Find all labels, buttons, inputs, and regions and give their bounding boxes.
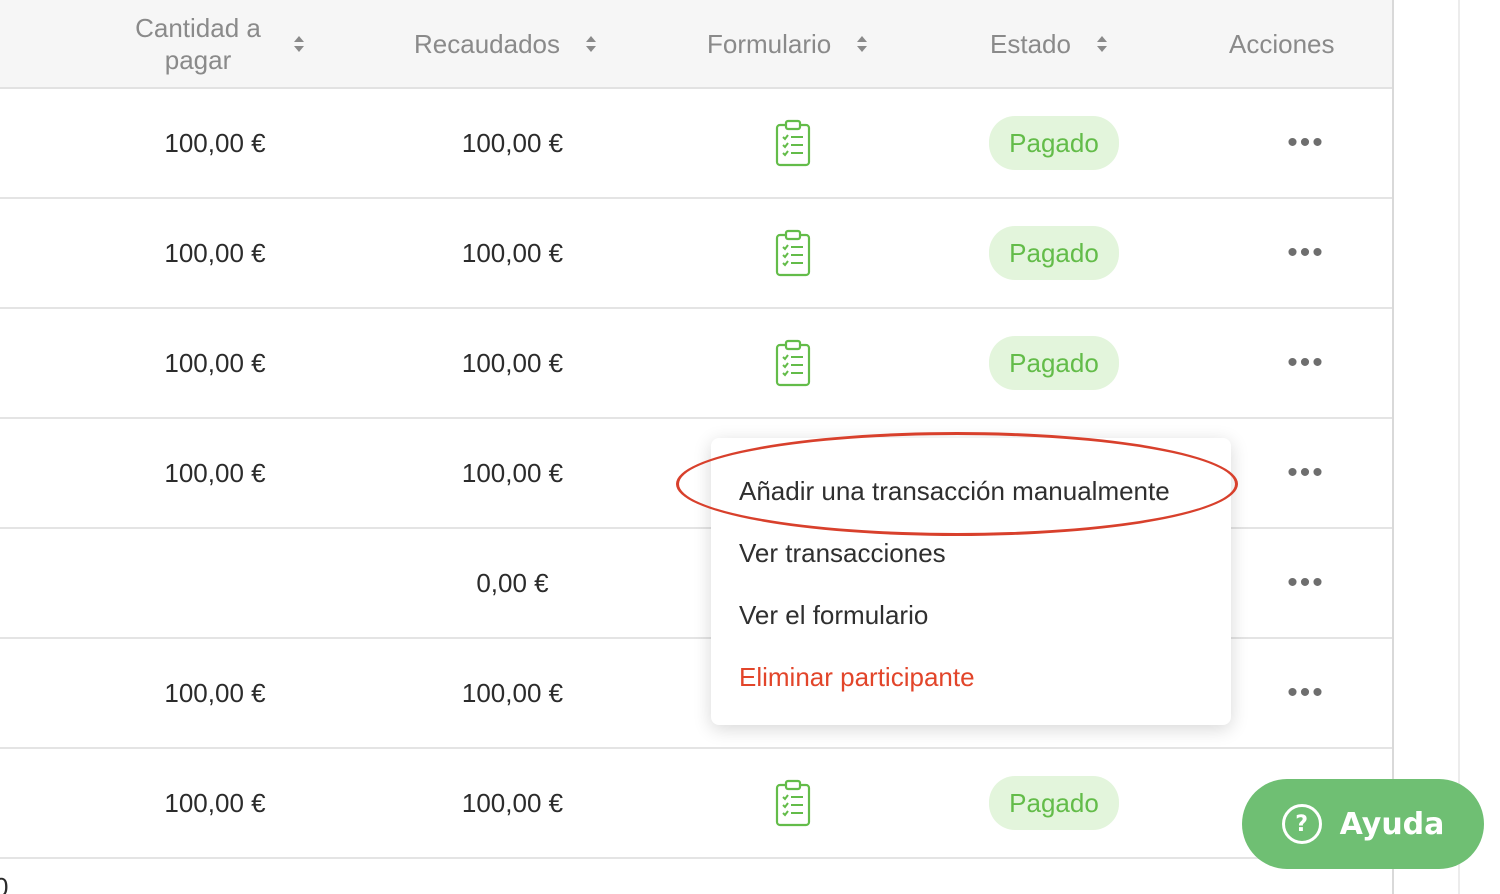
cell-amount-due: 100,00 € bbox=[164, 787, 266, 818]
column-header-amount-due-label: Cantidad a pagar bbox=[135, 12, 261, 75]
row-actions-button[interactable]: ••• bbox=[1270, 199, 1342, 307]
menu-item-view-transactions[interactable]: Ver transacciones bbox=[739, 538, 946, 569]
cell-status: Pagado bbox=[980, 309, 1128, 417]
clipboard-checklist-icon[interactable] bbox=[760, 89, 826, 197]
menu-item-view-form[interactable]: Ver el formulario bbox=[739, 600, 928, 631]
cell-status: Pagado bbox=[980, 749, 1128, 857]
column-header-actions: Acciones bbox=[1229, 0, 1335, 87]
table-row: 100,00 €100,00 € Pagado••• bbox=[0, 749, 1392, 859]
column-header-collected[interactable]: Recaudados bbox=[414, 0, 598, 87]
menu-item-add-manual-transaction[interactable]: Añadir una transacción manualmente bbox=[739, 476, 1170, 507]
cell-collected: 100,00 € bbox=[461, 677, 564, 708]
more-horizontal-icon: ••• bbox=[1287, 346, 1325, 379]
table-row: 100,00 € 100,00 € Pagado ••• bbox=[0, 199, 1392, 309]
cell-status: Pagado bbox=[980, 89, 1128, 197]
sort-icon[interactable] bbox=[855, 32, 869, 56]
clipboard-checklist-icon[interactable] bbox=[760, 309, 826, 417]
more-horizontal-icon: ••• bbox=[1287, 566, 1325, 599]
cell-amount-due: 100,00 € bbox=[164, 347, 266, 378]
menu-item-delete-participant[interactable]: Eliminar participante bbox=[739, 662, 975, 693]
sort-icon[interactable] bbox=[1095, 32, 1109, 56]
table-row: 100,00 € 100,00 € Pagado ••• bbox=[0, 89, 1392, 199]
help-button[interactable]: ? Ayuda bbox=[1242, 779, 1484, 869]
clipboard-checklist-icon[interactable] bbox=[760, 749, 826, 857]
column-header-status-label: Estado bbox=[990, 28, 1071, 59]
column-header-collected-label: Recaudados bbox=[414, 28, 560, 59]
cell-amount-due bbox=[120, 529, 310, 637]
sort-icon[interactable] bbox=[584, 32, 598, 56]
sort-icon[interactable] bbox=[292, 32, 306, 56]
cell-collected: 0,00 € bbox=[476, 567, 549, 598]
row-actions-button[interactable]: ••• bbox=[1270, 529, 1342, 637]
row-actions-menu: Añadir una transacción manualmente Ver t… bbox=[711, 438, 1231, 725]
cell-collected: 100,00 € bbox=[461, 237, 564, 268]
status-badge: Pagado bbox=[989, 336, 1119, 390]
status-badge: Pagado bbox=[989, 776, 1119, 830]
cell-collected: 100,00 € bbox=[461, 787, 564, 818]
table-row: 100,00 € 100,00 € Pagado ••• bbox=[0, 309, 1392, 419]
more-horizontal-icon: ••• bbox=[1287, 676, 1325, 709]
column-header-form-label: Formulario bbox=[707, 28, 832, 59]
row-actions-button[interactable]: ••• bbox=[1270, 89, 1342, 197]
row-actions-button[interactable]: ••• bbox=[1270, 309, 1342, 417]
cell-status: Pagado bbox=[980, 199, 1128, 307]
column-header-status[interactable]: Estado bbox=[990, 0, 1109, 87]
scroll-gutter bbox=[1394, 0, 1500, 894]
help-button-label: Ayuda bbox=[1339, 806, 1445, 842]
column-header-amount-due[interactable]: Cantidad a pagar bbox=[128, 0, 306, 87]
scrollbar-track[interactable] bbox=[1458, 0, 1460, 894]
cell-collected: 100,00 € bbox=[461, 347, 564, 378]
more-horizontal-icon: ••• bbox=[1287, 456, 1325, 489]
more-horizontal-icon: ••• bbox=[1287, 126, 1325, 159]
cell-amount-due: 100,00 € bbox=[164, 457, 266, 488]
status-badge: Pagado bbox=[989, 116, 1119, 170]
cell-amount-due: 100,00 € bbox=[164, 237, 266, 268]
row-actions-button[interactable]: ••• bbox=[1270, 639, 1342, 747]
status-badge: Pagado bbox=[989, 226, 1119, 280]
cell-collected: 100,00 € bbox=[461, 127, 564, 158]
cell-amount-due: 100,00 € bbox=[164, 677, 266, 708]
clipboard-checklist-icon[interactable] bbox=[760, 199, 826, 307]
column-header-actions-label: Acciones bbox=[1229, 28, 1335, 59]
question-circle-icon: ? bbox=[1281, 804, 1322, 844]
row-actions-button[interactable]: ••• bbox=[1270, 419, 1342, 527]
more-horizontal-icon: ••• bbox=[1287, 236, 1325, 269]
column-header-form[interactable]: Formulario bbox=[707, 0, 869, 87]
cell-amount-due: 100,00 € bbox=[164, 127, 266, 158]
partial-cell-text: 0 bbox=[0, 872, 8, 894]
table-header: Cantidad a pagar Recaudados Formulario E… bbox=[0, 0, 1392, 89]
cell-collected: 100,00 € bbox=[461, 457, 564, 488]
